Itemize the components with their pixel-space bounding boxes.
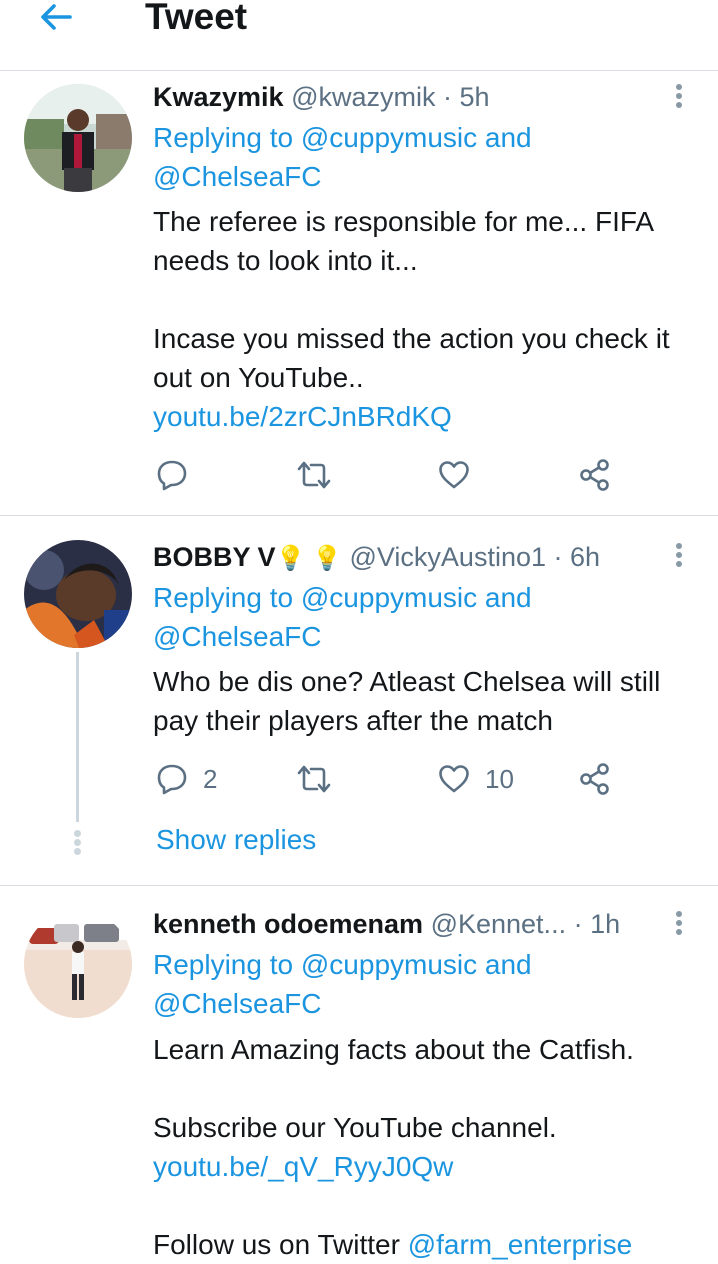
share-button[interactable] [578, 759, 612, 799]
retweet-button[interactable] [296, 759, 332, 799]
share-button[interactable] [578, 455, 612, 495]
tweet-header: BOBBY V💡 💡 @VickyAustino1 · 6h [153, 540, 600, 576]
tweet-paragraph: The referee is responsible for me... FIF… [153, 206, 653, 276]
more-options-icon[interactable] [664, 907, 694, 947]
avatar[interactable] [24, 84, 132, 192]
retweet-icon [297, 461, 331, 489]
tweet-paragraph: Who be dis one? Atleast Chelsea will sti… [153, 666, 661, 736]
reply-button[interactable]: 2 [155, 759, 217, 799]
avatar[interactable] [24, 540, 132, 648]
retweet-button[interactable] [296, 455, 332, 495]
tweet-header: kenneth odoemenam @Kennet... · 1h [153, 907, 620, 941]
author-name[interactable]: Kwazymik [153, 82, 284, 112]
replying-prefix: Replying to [153, 582, 294, 613]
tweet-paragraph: Incase you missed the action you check i… [153, 323, 670, 393]
like-button[interactable] [437, 455, 471, 495]
divider [0, 515, 718, 516]
tweet-paragraph: Subscribe our YouTube channel. [153, 1112, 557, 1143]
tweet-header: Kwazymik @kwazymik · 5h [153, 80, 490, 114]
mention-link[interactable]: @cuppymusic and [301, 949, 532, 980]
thread-dot [74, 848, 81, 855]
tweet-text: Learn Amazing facts about the Catfish. S… [153, 1030, 698, 1264]
reply-icon [157, 460, 187, 491]
tweet-link[interactable]: youtu.be/_qV_RyyJ0Qw [153, 1147, 698, 1186]
retweet-icon [297, 765, 331, 793]
replying-to: Replying to @cuppymusic and @ChelseaFC [153, 118, 693, 196]
tweet-paragraph: Learn Amazing facts about the Catfish. [153, 1034, 634, 1065]
page-title: Tweet [145, 0, 248, 37]
tweet-text: The referee is responsible for me... FIF… [153, 202, 698, 436]
tweet-text: Who be dis one? Atleast Chelsea will sti… [153, 662, 698, 740]
tweet-paragraph: Follow us on Twitter @farm_enterprise [153, 1225, 698, 1264]
reply-icon [157, 764, 187, 795]
timestamp: · 5h [443, 82, 490, 112]
timestamp: · 1h [573, 909, 621, 939]
author-name[interactable]: kenneth odoemenam [153, 909, 423, 939]
author-name[interactable]: BOBBY V [153, 542, 276, 572]
author-handle[interactable]: @kwazymik [291, 82, 435, 112]
heart-icon [439, 461, 469, 489]
share-icon [580, 459, 609, 491]
tweet-link[interactable]: youtu.be/2zrCJnBRdKQ [153, 397, 698, 436]
timestamp: · 6h [553, 542, 601, 572]
thread-line [76, 652, 79, 822]
thread-dot [74, 839, 81, 846]
divider [0, 885, 718, 886]
mention-link[interactable]: @ChelseaFC [153, 988, 321, 1019]
heart-icon [439, 765, 469, 793]
replying-prefix: Replying to [153, 122, 294, 153]
top-bar: Tweet [0, 0, 718, 71]
share-icon [580, 763, 609, 795]
tweet-text-fragment: Follow us on Twitter [153, 1229, 400, 1260]
mention-link[interactable]: @cuppymusic and [301, 122, 532, 153]
avatar[interactable] [24, 910, 132, 1018]
more-options-icon[interactable] [664, 80, 694, 120]
replying-prefix: Replying to [153, 949, 294, 980]
tweet-actions: 2 10 [153, 759, 623, 799]
lightbulb-icon: 💡 💡 [275, 545, 342, 572]
author-handle[interactable]: @VickyAustino1 [349, 542, 546, 572]
like-count: 10 [485, 763, 514, 794]
reply-count: 2 [203, 763, 218, 794]
author-handle[interactable]: @Kennet... [431, 909, 567, 939]
show-replies-link[interactable]: Show replies [156, 822, 316, 858]
thread-dot [74, 830, 81, 837]
reply-button[interactable] [155, 455, 189, 495]
mention-link[interactable]: @farm_enterprise [408, 1229, 633, 1260]
mention-link[interactable]: @ChelseaFC [153, 621, 321, 652]
replying-to: Replying to @cuppymusic and @ChelseaFC [153, 578, 693, 656]
mention-link[interactable]: @ChelseaFC [153, 161, 321, 192]
more-options-icon[interactable] [664, 539, 694, 579]
arrow-left-icon[interactable] [36, 0, 76, 38]
mention-link[interactable]: @cuppymusic and [301, 582, 532, 613]
like-button[interactable]: 10 [437, 759, 514, 799]
tweet-actions [153, 455, 623, 495]
replying-to: Replying to @cuppymusic and @ChelseaFC [153, 945, 693, 1023]
